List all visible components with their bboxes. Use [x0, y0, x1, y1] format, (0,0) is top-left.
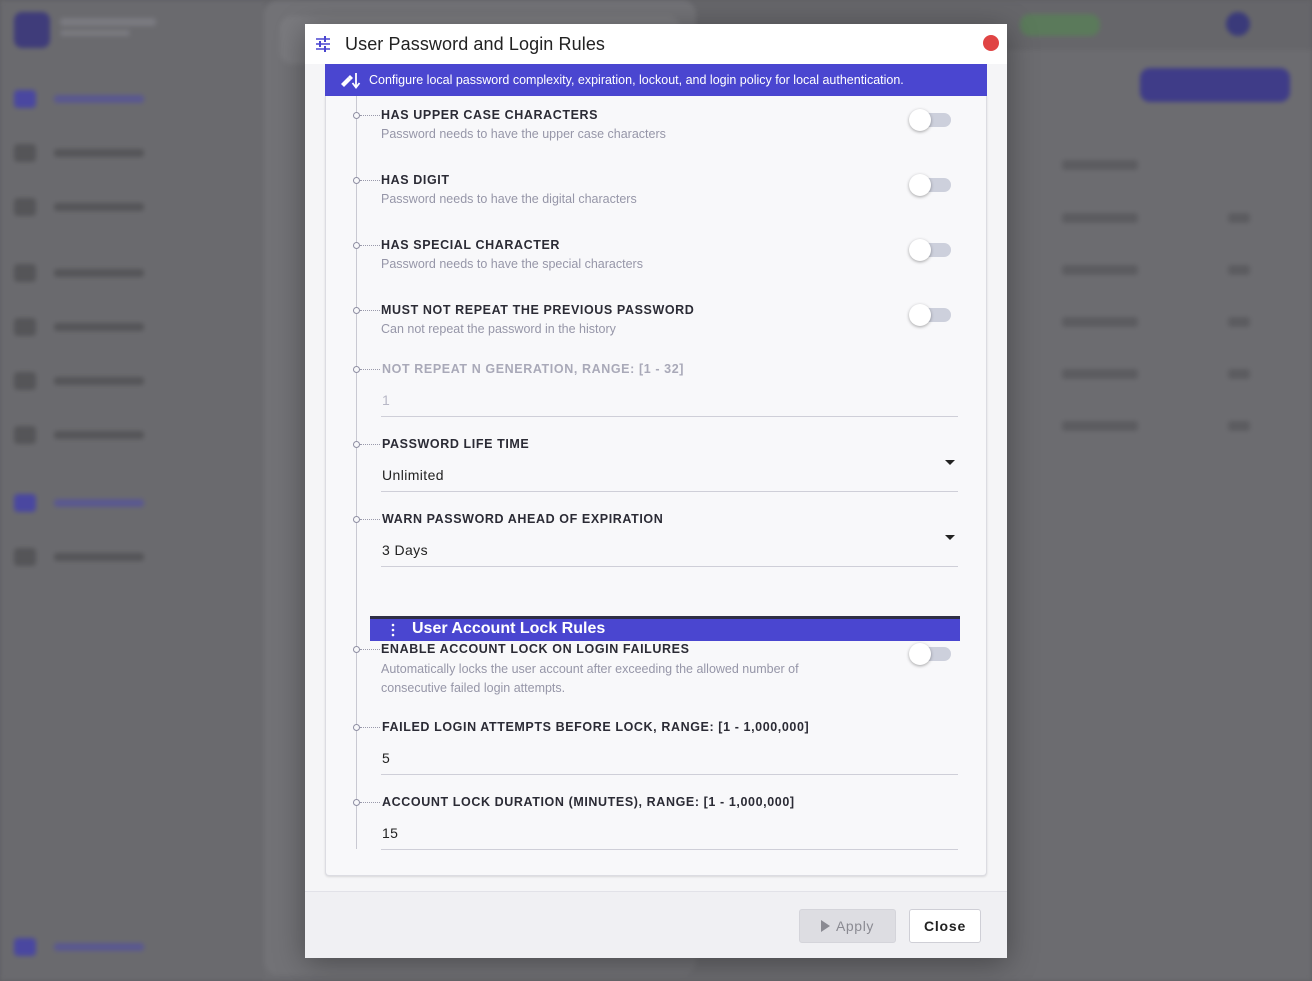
field-underline — [381, 774, 958, 775]
background-nav-item — [12, 194, 232, 220]
tree-connector — [360, 519, 380, 520]
tree-node — [353, 366, 360, 373]
setting-label: HAS DIGIT — [381, 173, 450, 187]
background-nav-item — [12, 544, 232, 570]
tree-node — [353, 242, 360, 249]
background-avatar — [1226, 12, 1250, 36]
setting-description: Password needs to have the upper case ch… — [381, 127, 666, 141]
tree-connector — [360, 310, 380, 311]
background-row — [1228, 369, 1250, 379]
tree-node — [353, 307, 360, 314]
field-underline — [381, 491, 958, 492]
tree-node — [353, 799, 360, 806]
tune-icon — [316, 36, 330, 52]
close-button[interactable]: Close — [909, 909, 981, 943]
info-banner: Configure local password complexity, exp… — [325, 64, 987, 96]
chevron-down-icon[interactable] — [945, 535, 955, 540]
lock-duration-input[interactable]: 15 — [382, 825, 398, 841]
banner-text: Configure local password complexity, exp… — [369, 73, 904, 87]
lock-rules-section-header: User Account Lock Rules — [370, 616, 960, 641]
tree-node — [353, 646, 360, 653]
background-nav-item — [12, 140, 232, 166]
setting-label: HAS SPECIAL CHARACTER — [381, 238, 561, 252]
setting-description: consecutive failed login attempts. — [381, 681, 566, 695]
background-row — [1062, 369, 1138, 379]
section-title: User Account Lock Rules — [412, 620, 606, 637]
tree-connector — [360, 115, 380, 116]
tree-connector — [360, 245, 380, 246]
background-row — [1228, 421, 1250, 431]
special-character-toggle[interactable] — [909, 238, 953, 261]
field-underline — [381, 416, 958, 417]
field-underline — [381, 566, 958, 567]
background-row — [1062, 213, 1138, 223]
kebab-icon — [391, 623, 395, 637]
tree-connector — [360, 180, 380, 181]
tree-node — [353, 177, 360, 184]
background-row — [1228, 213, 1250, 223]
field-label: FAILED LOGIN ATTEMPTS BEFORE LOCK, RANGE… — [382, 720, 810, 734]
chevron-down-icon[interactable] — [945, 460, 955, 465]
background-action-button — [1140, 68, 1290, 102]
background-row — [1062, 421, 1138, 431]
password-rules-dialog: User Password and Login Rules Configure … — [305, 24, 1007, 958]
field-label: ACCOUNT LOCK DURATION (MINUTES), RANGE: … — [382, 795, 795, 809]
settings-panel: HAS UPPER CASE CHARACTERS Password needs… — [325, 96, 987, 876]
not-repeat-generation-input[interactable]: 1 — [382, 392, 390, 408]
background-nav-item — [12, 422, 232, 448]
background-row — [1228, 317, 1250, 327]
background-logo — [14, 12, 50, 48]
setting-label: MUST NOT REPEAT THE PREVIOUS PASSWORD — [381, 303, 695, 317]
upper-case-toggle[interactable] — [909, 108, 953, 131]
background-nav-item — [12, 86, 232, 112]
field-label: PASSWORD LIFE TIME — [382, 437, 530, 451]
tree-node — [353, 516, 360, 523]
field-underline — [381, 849, 958, 850]
setting-label: HAS UPPER CASE CHARACTERS — [381, 108, 599, 122]
background-row — [1062, 160, 1138, 170]
background-nav-item — [12, 490, 232, 516]
password-life-time-select[interactable]: Unlimited — [382, 467, 444, 483]
tree-connector — [360, 444, 380, 445]
setting-description: Password needs to have the digital chara… — [381, 192, 637, 206]
dialog-footer: Apply Close — [305, 891, 1007, 958]
tree-connector — [360, 727, 380, 728]
background-row — [1228, 265, 1250, 275]
sort-icon — [341, 73, 361, 89]
field-label: NOT REPEAT N GENERATION, RANGE: [1 - 32] — [382, 362, 685, 376]
tree-node — [353, 441, 360, 448]
tree-connector — [360, 649, 380, 650]
apply-button-label: Apply — [835, 918, 875, 934]
not-repeat-previous-toggle[interactable] — [909, 303, 953, 326]
dialog-close-dot[interactable] — [983, 35, 999, 51]
setting-description: Automatically locks the user account aft… — [381, 662, 799, 676]
setting-description: Can not repeat the password in the histo… — [381, 322, 616, 336]
dialog-header: User Password and Login Rules — [305, 24, 1007, 64]
apply-button[interactable]: Apply — [799, 909, 896, 943]
setting-label: ENABLE ACCOUNT LOCK ON LOGIN FAILURES — [381, 642, 690, 656]
background-nav-item — [12, 314, 232, 340]
tree-node — [353, 724, 360, 731]
dialog-title: User Password and Login Rules — [345, 34, 606, 54]
background-nav-item — [12, 260, 232, 286]
setting-description: Password needs to have the special chara… — [381, 257, 643, 271]
tree-node — [353, 112, 360, 119]
background-status-pill — [1020, 14, 1100, 36]
digit-toggle[interactable] — [909, 173, 953, 196]
background-row — [1062, 317, 1138, 327]
failed-attempts-input[interactable]: 5 — [382, 750, 390, 766]
background-logo-subtext — [60, 30, 130, 36]
tree-connector — [360, 802, 380, 803]
warn-expiration-select[interactable]: 3 Days — [382, 542, 428, 558]
tree-line — [356, 96, 357, 849]
background-logo-text — [60, 18, 156, 26]
account-lock-toggle[interactable] — [909, 642, 953, 665]
field-label: WARN PASSWORD AHEAD OF EXPIRATION — [382, 512, 664, 526]
tree-connector — [360, 369, 380, 370]
background-nav-item — [12, 934, 232, 960]
background-nav-item — [12, 368, 232, 394]
play-icon — [820, 920, 830, 932]
background-row — [1062, 265, 1138, 275]
